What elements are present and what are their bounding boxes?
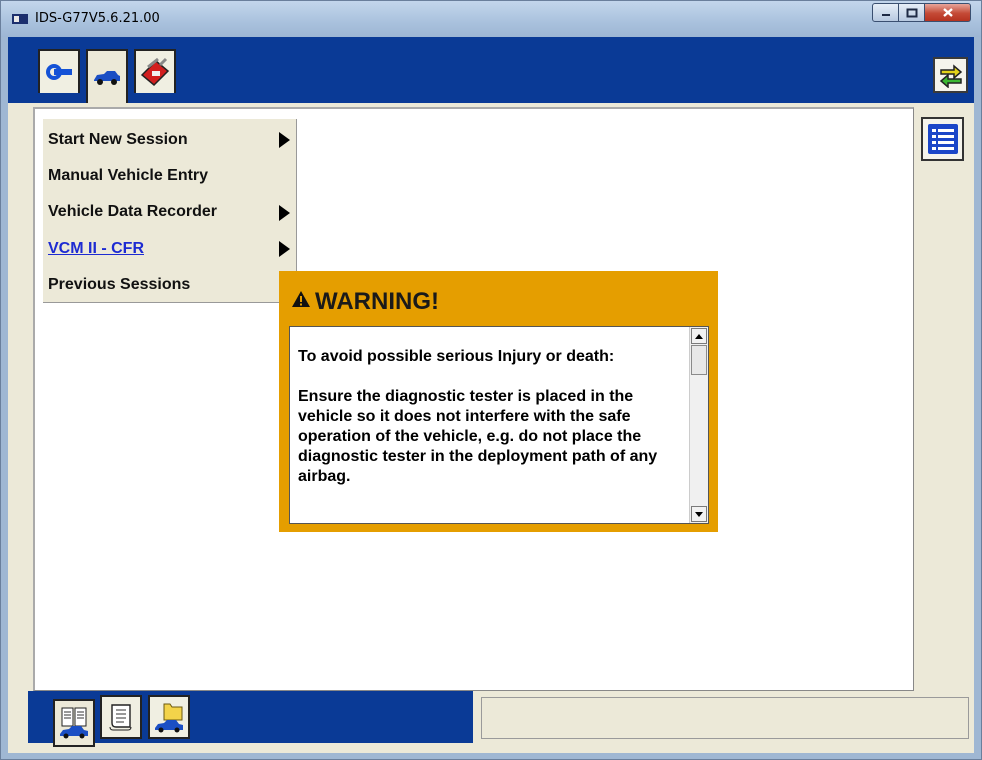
swap-arrows-icon <box>939 64 962 88</box>
tab-vehicle-data[interactable] <box>53 699 95 747</box>
scroll-up-button[interactable] <box>691 328 707 344</box>
arrow-up-icon <box>695 333 703 339</box>
vehicle-data-icon <box>60 707 88 739</box>
arrow-down-icon <box>695 511 703 517</box>
list-icon <box>927 124 958 154</box>
menu-item-vcm-ii-cfr[interactable]: VCM II - CFR <box>48 240 144 258</box>
submenu-arrow-icon <box>279 132 290 148</box>
vehicle-icon <box>94 71 120 85</box>
warning-scrollbar[interactable] <box>689 327 708 523</box>
window-title: IDS-G77V5.6.21.00 <box>35 11 160 26</box>
warning-message: To avoid possible serious Injury or deat… <box>298 347 684 507</box>
close-icon <box>942 8 953 17</box>
submenu-arrow-icon <box>279 241 290 257</box>
bottom-tab-strip <box>28 691 473 747</box>
scroll-thumb[interactable] <box>691 345 707 375</box>
tab-saved-sessions[interactable] <box>148 695 190 739</box>
warning-message-box[interactable]: To avoid possible serious Injury or deat… <box>289 326 709 524</box>
menu-item-manual-vehicle-entry[interactable]: Manual Vehicle Entry <box>48 167 208 185</box>
tab-document-scroll[interactable] <box>100 695 142 739</box>
maximize-icon <box>906 8 917 17</box>
document-scroll-icon <box>109 704 132 731</box>
list-view-button[interactable] <box>921 117 964 161</box>
tab-connection[interactable] <box>38 49 80 93</box>
application-window: IDS-G77V5.6.21.00 Start New Session Manu… <box>0 0 982 760</box>
connector-icon <box>46 64 72 80</box>
submenu-arrow-icon <box>279 205 290 221</box>
window-controls <box>872 3 971 23</box>
client-area: Start New Session Manual Vehicle Entry V… <box>8 37 974 753</box>
minimize-icon <box>881 13 890 16</box>
tab-toolbox[interactable] <box>134 49 176 93</box>
folder-vehicle-icon <box>155 703 183 733</box>
title-bar[interactable]: IDS-G77V5.6.21.00 <box>1 1 981 37</box>
warning-paragraph: To avoid possible serious Injury or deat… <box>298 348 615 365</box>
bottom-toolbar <box>8 691 974 753</box>
session-menu: Start New Session Manual Vehicle Entry V… <box>43 119 297 303</box>
scroll-down-button[interactable] <box>691 506 707 522</box>
top-toolbar <box>8 37 974 103</box>
menu-item-start-new-session[interactable]: Start New Session <box>48 131 188 149</box>
minimize-button[interactable] <box>872 3 899 22</box>
maximize-button[interactable] <box>899 3 925 22</box>
app-icon <box>12 14 28 24</box>
warning-triangle-icon <box>292 291 310 307</box>
tab-vehicle[interactable] <box>86 49 128 103</box>
swap-button[interactable] <box>933 57 968 93</box>
status-field <box>481 697 969 739</box>
warning-paragraph: Ensure the diagnostic tester is placed i… <box>298 388 658 485</box>
menu-item-previous-sessions[interactable]: Previous Sessions <box>48 276 190 294</box>
toolbox-icon <box>140 57 170 87</box>
close-button[interactable] <box>925 3 971 22</box>
warning-dialog: WARNING! To avoid possible serious Injur… <box>279 271 718 532</box>
menu-item-vehicle-data-recorder[interactable]: Vehicle Data Recorder <box>48 203 217 221</box>
warning-title: WARNING! <box>315 288 439 315</box>
